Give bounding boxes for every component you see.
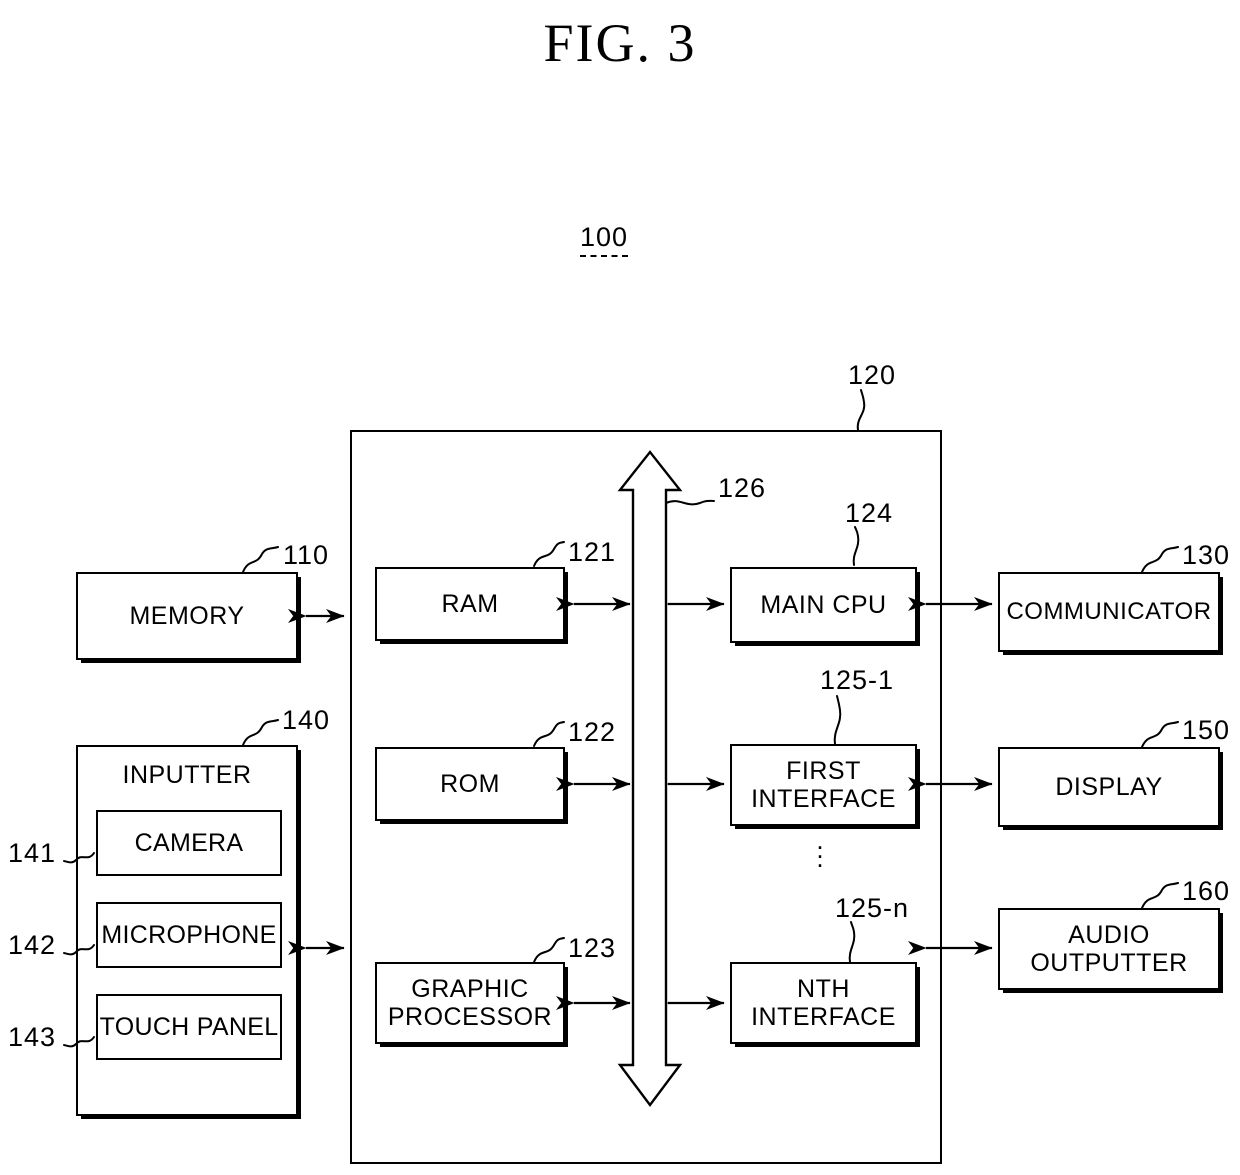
block-camera[interactable]: CAMERA bbox=[96, 810, 282, 876]
block-rom-label: ROM bbox=[440, 770, 500, 798]
block-first-interface-label-line1: FIRST bbox=[786, 757, 861, 785]
block-touch-panel-label: TOUCH PANEL bbox=[99, 1012, 279, 1041]
block-inputter[interactable]: INPUTTER CAMERA MICROPHONE TOUCH PANEL bbox=[76, 745, 298, 1116]
figure-title: FIG. 3 bbox=[543, 13, 697, 73]
block-rom[interactable]: ROM bbox=[375, 747, 565, 821]
block-touch-panel[interactable]: TOUCH PANEL bbox=[96, 994, 282, 1060]
block-inputter-label: INPUTTER bbox=[122, 761, 252, 789]
block-graphic-processor[interactable]: GRAPHIC PROCESSOR bbox=[375, 962, 565, 1044]
ref-number-140: 140 bbox=[282, 705, 331, 735]
leader-150 bbox=[1141, 721, 1179, 748]
ref-number-123: 123 bbox=[568, 933, 617, 963]
block-communicator-label: COMMUNICATOR bbox=[1006, 597, 1212, 625]
ref-number-130: 130 bbox=[1182, 540, 1231, 570]
block-microphone[interactable]: MICROPHONE bbox=[96, 902, 282, 968]
block-main-cpu-label: MAIN CPU bbox=[760, 591, 887, 619]
ref-number-125-n: 125-n bbox=[835, 893, 910, 923]
ref-number-110: 110 bbox=[283, 540, 330, 570]
leader-160 bbox=[1141, 882, 1179, 909]
block-memory-label: MEMORY bbox=[129, 602, 245, 630]
block-camera-label: CAMERA bbox=[134, 828, 244, 857]
leader-130 bbox=[1141, 546, 1179, 573]
leader-110 bbox=[242, 546, 279, 573]
block-communicator[interactable]: COMMUNICATOR bbox=[998, 572, 1220, 652]
block-display[interactable]: DISPLAY bbox=[998, 747, 1220, 827]
ref-number-142: 142 bbox=[8, 930, 57, 960]
block-first-interface[interactable]: FIRST INTERFACE bbox=[730, 744, 917, 826]
block-nth-interface-label-line2: INTERFACE bbox=[751, 1003, 896, 1031]
ref-number-120: 120 bbox=[848, 360, 897, 390]
block-audio-outputter-label-line2: OUTPUTTER bbox=[1030, 949, 1188, 977]
ref-number-126: 126 bbox=[718, 473, 767, 503]
block-first-interface-label-line2: INTERFACE bbox=[751, 785, 896, 813]
block-main-cpu[interactable]: MAIN CPU bbox=[730, 567, 917, 643]
ref-number-122: 122 bbox=[568, 717, 617, 747]
ref-number-125-1: 125-1 bbox=[820, 665, 895, 695]
block-memory[interactable]: MEMORY bbox=[76, 572, 298, 660]
ref-number-160: 160 bbox=[1182, 876, 1231, 906]
block-audio-outputter-label-line1: AUDIO bbox=[1068, 921, 1150, 949]
ref-number-143: 143 bbox=[8, 1022, 57, 1052]
block-ram-label: RAM bbox=[441, 590, 499, 618]
block-microphone-label: MICROPHONE bbox=[101, 920, 277, 949]
ref-number-124: 124 bbox=[845, 498, 894, 528]
block-nth-interface-label-line1: NTH bbox=[797, 975, 850, 1003]
leader-120 bbox=[856, 389, 866, 431]
block-graphic-processor-label-line2: PROCESSOR bbox=[387, 1003, 553, 1031]
interface-ellipsis: ... bbox=[816, 825, 824, 873]
block-audio-outputter[interactable]: AUDIO OUTPUTTER bbox=[998, 908, 1220, 990]
patent-figure-page: FIG. 3 100 MEMORY INPUTTER CAMERA MICROP… bbox=[0, 0, 1240, 1175]
block-nth-interface[interactable]: NTH INTERFACE bbox=[730, 962, 917, 1044]
block-ram[interactable]: RAM bbox=[375, 567, 565, 641]
ref-number-100: 100 bbox=[580, 222, 629, 257]
block-display-label: DISPLAY bbox=[1055, 773, 1163, 801]
block-graphic-processor-label-line1: GRAPHIC bbox=[411, 975, 529, 1003]
ref-number-121: 121 bbox=[568, 537, 617, 567]
ref-number-141: 141 bbox=[8, 838, 57, 868]
leader-140 bbox=[242, 719, 279, 746]
ref-number-150: 150 bbox=[1182, 715, 1231, 745]
